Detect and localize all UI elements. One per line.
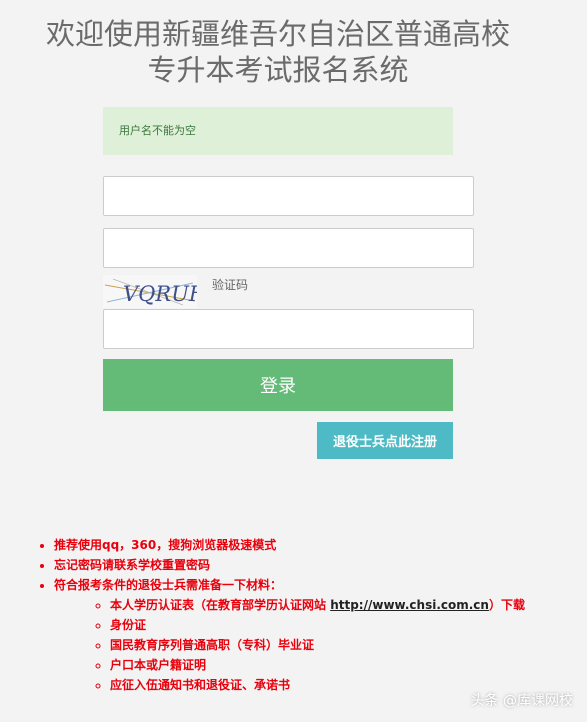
page-title: 欢迎使用新疆维吾尔自治区普通高校 专升本考试报名系统 bbox=[0, 16, 556, 88]
username-input[interactable] bbox=[103, 176, 474, 216]
captcha-text: VQRUH bbox=[123, 282, 197, 306]
material-item: 应征入伍通知书和退役证、承诺书 bbox=[110, 675, 525, 695]
login-button[interactable]: 登录 bbox=[103, 359, 453, 411]
notes-list: 推荐使用qq，360，搜狗浏览器极速模式 忘记密码请联系学校重置密码 符合报考条… bbox=[36, 535, 525, 695]
material-item: 本人学历认证表（在教育部学历认证网站 http://www.chsi.com.c… bbox=[110, 595, 525, 615]
material-item: 国民教育序列普通高职（专科）毕业证 bbox=[110, 635, 525, 655]
watermark-text: 头条 @库课网校 bbox=[470, 693, 573, 709]
note-veteran-materials-label: 符合报考条件的退役士兵需准备一下材料： bbox=[54, 578, 283, 592]
page-title-line2: 专升本考试报名系统 bbox=[147, 53, 409, 87]
error-alert: 用户名不能为空 bbox=[103, 107, 453, 155]
captcha-image[interactable]: VQRUH bbox=[103, 275, 197, 308]
captcha-label: 验证码 bbox=[212, 278, 249, 292]
page-title-line1: 欢迎使用新疆维吾尔自治区普通高校 bbox=[45, 17, 510, 51]
watermark: 头条 @库课网校 bbox=[471, 690, 573, 710]
captcha-image-graphic: VQRUH bbox=[104, 278, 197, 306]
note-password: 忘记密码请联系学校重置密码 bbox=[54, 555, 525, 575]
password-input[interactable] bbox=[103, 228, 474, 268]
material-text: 本人学历认证表（在教育部学历认证网站 bbox=[110, 598, 331, 612]
materials-list: 本人学历认证表（在教育部学历认证网站 http://www.chsi.com.c… bbox=[54, 595, 525, 695]
material-item: 身份证 bbox=[110, 615, 525, 635]
material-text: ）下载 bbox=[488, 598, 525, 612]
captcha-input[interactable] bbox=[103, 309, 474, 349]
note-veteran-materials: 符合报考条件的退役士兵需准备一下材料： 本人学历认证表（在教育部学历认证网站 h… bbox=[54, 575, 525, 695]
chsi-link[interactable]: http://www.chsi.com.cn bbox=[330, 598, 489, 612]
note-browser: 推荐使用qq，360，搜狗浏览器极速模式 bbox=[54, 535, 525, 555]
material-item: 户口本或户籍证明 bbox=[110, 655, 525, 675]
veteran-register-button[interactable]: 退役士兵点此注册 bbox=[317, 422, 453, 459]
